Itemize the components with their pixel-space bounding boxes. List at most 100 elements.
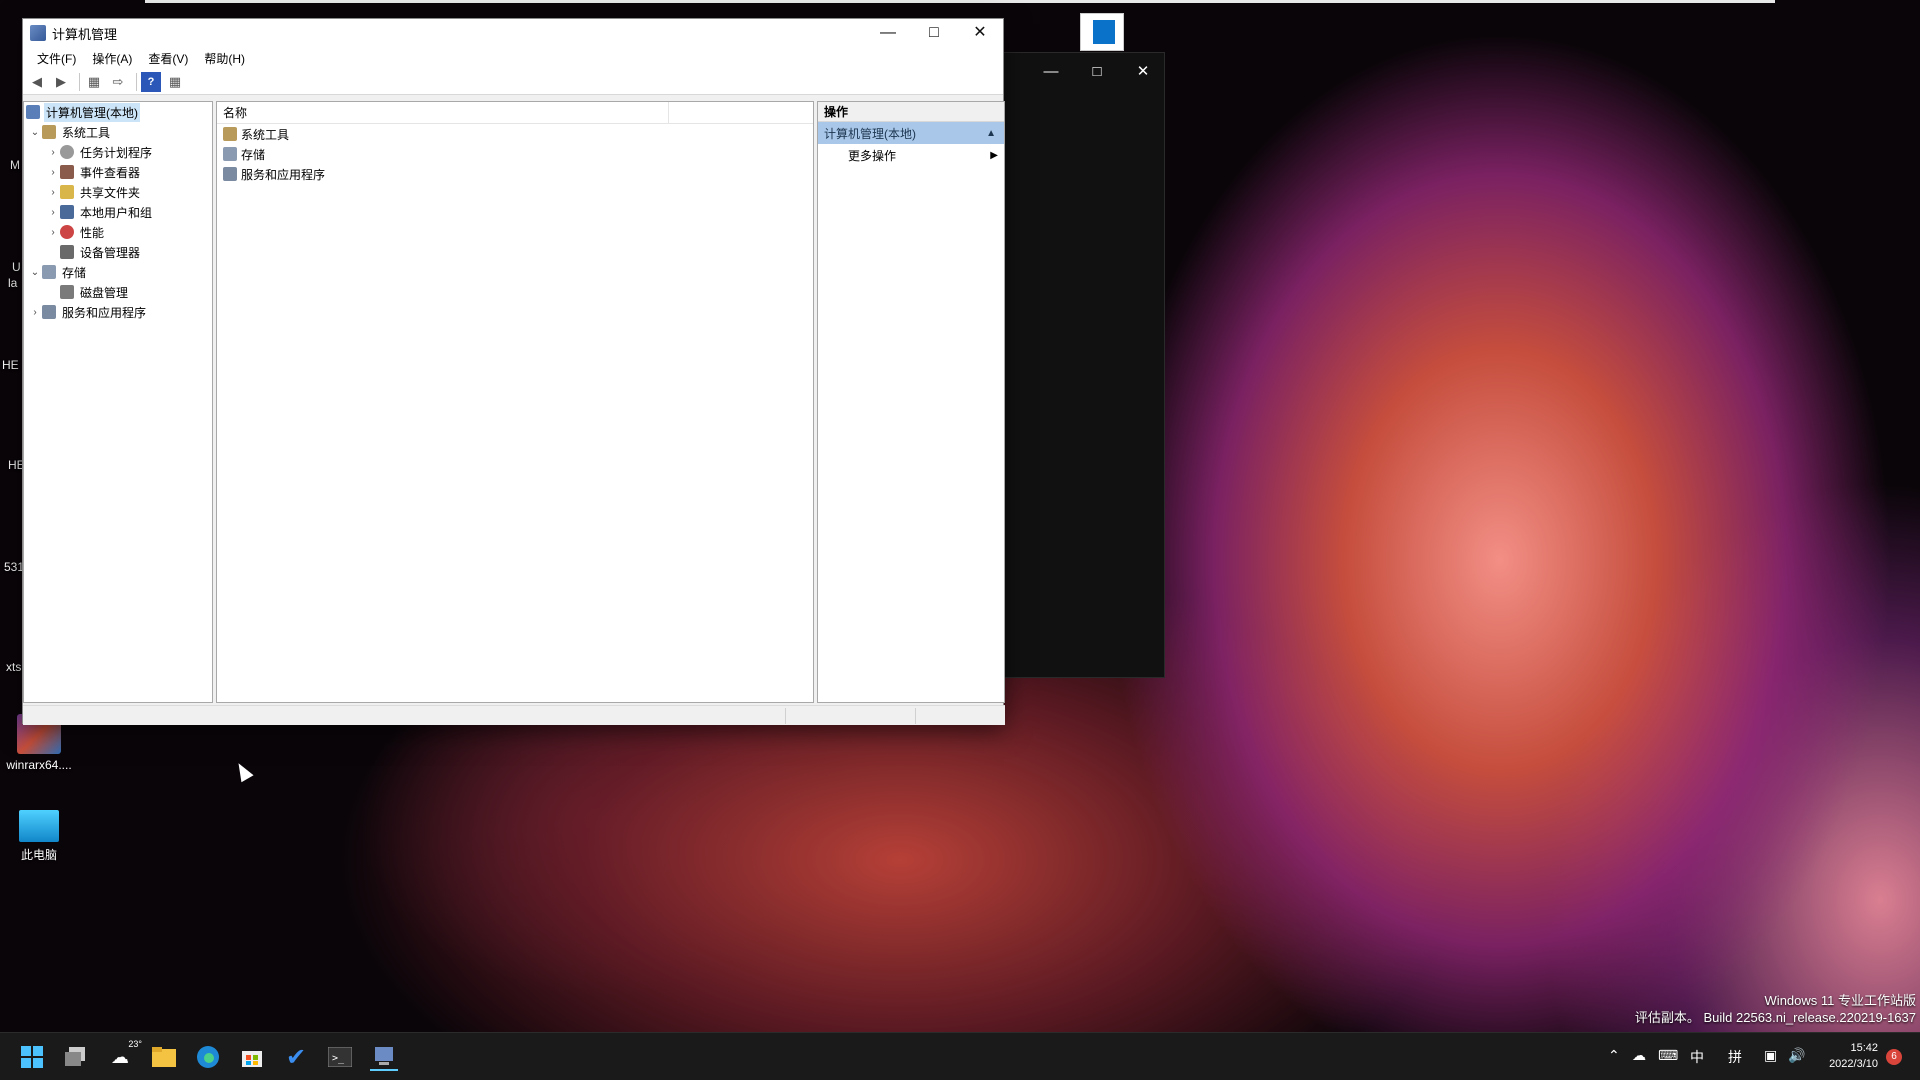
terminal-icon[interactable]: >_	[326, 1043, 354, 1071]
event-viewer-icon	[60, 165, 74, 179]
desktop-partial-label: M	[10, 158, 20, 172]
collapse-icon[interactable]: ⌄	[28, 127, 42, 138]
export-list-icon[interactable]: ⇨	[108, 72, 128, 92]
start-windows-icon[interactable]	[18, 1043, 46, 1071]
weather-widget-icon[interactable]: ☁ 23°	[106, 1039, 142, 1071]
expand-icon[interactable]: ›	[46, 207, 60, 218]
expand-icon[interactable]: ›	[28, 307, 42, 318]
tree-item-device-manager[interactable]: 设备管理器	[24, 242, 212, 262]
actions-pane: 操作 计算机管理(本地) ▲ 更多操作 ▶	[817, 101, 1005, 703]
ime-mode-indicator[interactable]: 中	[1690, 1047, 1704, 1067]
tree-item-local-users[interactable]: › 本地用户和组	[24, 202, 212, 222]
users-icon	[60, 205, 74, 219]
column-name-header[interactable]: 名称	[223, 102, 669, 123]
svg-text:>_: >_	[332, 1053, 345, 1064]
keyboard-icon[interactable]: ⌨	[1658, 1047, 1678, 1064]
tree-item-system-tools[interactable]: ⌄ 系统工具	[24, 122, 212, 142]
help-icon[interactable]: ?	[141, 71, 161, 92]
submenu-arrow-icon: ▶	[990, 149, 998, 161]
document-icon[interactable]	[1080, 13, 1124, 51]
menu-file[interactable]: 文件(F)	[29, 50, 84, 67]
top-window-edge	[145, 0, 1775, 3]
tree-item-services[interactable]: › 服务和应用程序	[24, 302, 212, 322]
minimize-button[interactable]: —	[865, 19, 911, 47]
expand-icon[interactable]: ›	[46, 167, 60, 178]
microsoft-store-icon[interactable]	[238, 1043, 266, 1071]
navigation-tree: 计算机管理(本地) ⌄ 系统工具 › 任务计划程序 › 事件查看器 › 共享文件…	[23, 101, 213, 703]
computer-icon	[26, 105, 40, 119]
title-bar[interactable]: 计算机管理 — □ ✕	[23, 19, 1003, 47]
notification-badge[interactable]: 6	[1886, 1049, 1902, 1065]
expand-icon[interactable]: ›	[46, 147, 60, 158]
desktop-partial-label: la	[8, 276, 18, 290]
todo-check-icon[interactable]: ✔	[282, 1043, 310, 1071]
tree-item-event-viewer[interactable]: › 事件查看器	[24, 162, 212, 182]
volume-icon[interactable]: 🔊	[1788, 1047, 1805, 1064]
file-explorer-icon[interactable]	[150, 1043, 178, 1071]
forward-icon[interactable]: ▶	[51, 72, 71, 92]
more-actions-item[interactable]: 更多操作 ▶	[818, 144, 1004, 166]
actions-header: 操作	[818, 102, 1004, 122]
network-icon[interactable]: ▣	[1764, 1047, 1777, 1064]
computer-management-taskbar-icon[interactable]	[370, 1043, 398, 1071]
menu-action[interactable]: 操作(A)	[84, 50, 140, 67]
expand-icon[interactable]: ›	[46, 187, 60, 198]
desktop-icon-this-pc[interactable]: 此电脑	[2, 810, 76, 863]
this-pc-icon	[19, 810, 59, 842]
tools-icon	[223, 127, 237, 141]
properties-icon[interactable]: ▦	[165, 72, 185, 92]
collapse-up-icon[interactable]: ▲	[986, 128, 996, 139]
back-icon[interactable]: ◀	[27, 72, 47, 92]
tree-item-root[interactable]: 计算机管理(本地)	[24, 102, 212, 122]
list-header: 名称	[217, 102, 813, 124]
windows-watermark: Windows 11 专业工作站版 评估副本。 Build 22563.ni_r…	[1634, 993, 1916, 1025]
device-manager-icon	[60, 245, 74, 259]
desktop-partial-label: xts	[6, 660, 22, 674]
expand-icon[interactable]: ›	[46, 227, 60, 238]
computer-management-icon	[30, 25, 46, 41]
tree-item-storage[interactable]: ⌄ 存储	[24, 262, 212, 282]
storage-icon	[223, 147, 237, 161]
window-title: 计算机管理	[52, 26, 118, 42]
collapse-icon[interactable]: ⌄	[28, 267, 42, 278]
ime-layout-indicator[interactable]: 拼	[1728, 1047, 1742, 1067]
tree-item-task-scheduler[interactable]: › 任务计划程序	[24, 142, 212, 162]
content-list: 名称 系统工具 存储 服务和应用程序	[216, 101, 814, 703]
tree-item-performance[interactable]: › 性能	[24, 222, 212, 242]
maximize-icon[interactable]: □	[1079, 61, 1115, 83]
performance-icon	[60, 225, 74, 239]
close-icon[interactable]: ✕	[1125, 61, 1161, 83]
menu-help[interactable]: 帮助(H)	[196, 50, 253, 67]
list-item[interactable]: 存储	[217, 144, 813, 164]
maximize-button[interactable]: □	[911, 19, 957, 47]
services-icon	[223, 167, 237, 181]
close-button[interactable]: ✕	[957, 19, 1003, 47]
computer-management-window[interactable]: 计算机管理 — □ ✕ 文件(F) 操作(A) 查看(V) 帮助(H) ◀ ▶ …	[22, 18, 1005, 725]
background-window[interactable]: — □ ✕	[1000, 52, 1165, 678]
status-bar	[23, 705, 1005, 725]
list-item[interactable]: 服务和应用程序	[217, 164, 813, 184]
storage-icon	[42, 265, 56, 279]
tree-item-shared-folders[interactable]: › 共享文件夹	[24, 182, 212, 202]
menu-view[interactable]: 查看(V)	[140, 50, 196, 67]
clock[interactable]: 15:42 2022/3/10	[1829, 1040, 1878, 1072]
task-view-icon[interactable]	[62, 1043, 90, 1071]
minimize-icon[interactable]: —	[1033, 61, 1069, 83]
onedrive-cloud-icon[interactable]: ☁	[1632, 1047, 1646, 1064]
tree-item-disk-management[interactable]: 磁盘管理	[24, 282, 212, 302]
desktop-icon-label: 此电脑	[20, 848, 57, 862]
show-hide-tree-icon[interactable]: ▦	[84, 72, 104, 92]
taskbar: ☁ 23° ✔ >_ ⌃ ☁ ⌨ 中 拼 ▣ 🔊 15:42 2022/3/10 …	[0, 1032, 1920, 1080]
desktop-icon-label: winrarx64....	[6, 758, 72, 772]
list-item[interactable]: 系统工具	[217, 124, 813, 144]
actions-section-header[interactable]: 计算机管理(本地) ▲	[818, 122, 1004, 144]
chevron-up-icon[interactable]: ⌃	[1608, 1047, 1620, 1064]
tools-icon	[42, 125, 56, 139]
disk-icon	[60, 285, 74, 299]
desktop-partial-label: U	[12, 260, 21, 274]
clock-icon	[60, 145, 74, 159]
toolbar: ◀ ▶ ▦ ⇨ ? ▦	[23, 69, 1003, 95]
shared-folder-icon	[60, 185, 74, 199]
services-icon	[42, 305, 56, 319]
edge-browser-icon[interactable]	[194, 1043, 222, 1071]
